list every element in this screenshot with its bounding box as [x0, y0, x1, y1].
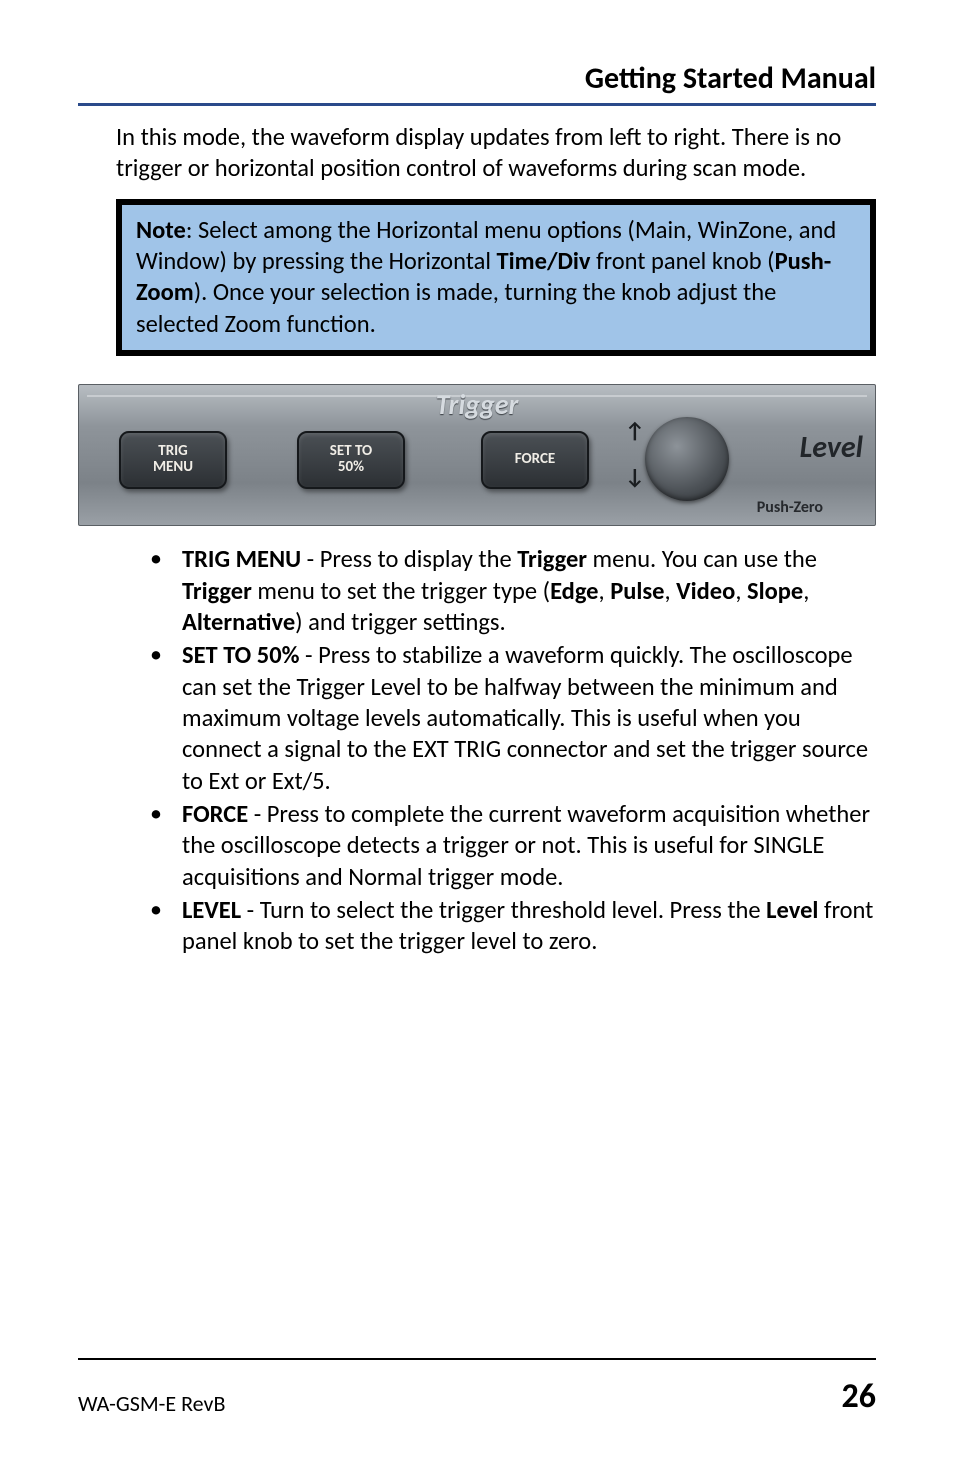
- note-box: Note: Select among the Horizontal menu o…: [116, 199, 876, 356]
- list-item: TRIG MENU - Press to display the Trigger…: [150, 544, 876, 638]
- bullet-rest: Turn to select the trigger threshold lev…: [182, 895, 873, 956]
- bullet-sep: -: [301, 544, 320, 574]
- list-item: FORCE - Press to complete the current wa…: [150, 799, 876, 893]
- bullet-sep: -: [248, 799, 267, 829]
- footer-doc-id: WA-GSM-E RevB: [78, 1390, 225, 1417]
- trig-menu-button: TRIG MENU: [119, 431, 227, 489]
- intro-paragraph: In this mode, the waveform display updat…: [78, 122, 876, 185]
- arrow-up-icon: ↑: [625, 417, 645, 444]
- level-knob: [645, 417, 729, 501]
- force-label: FORCE: [515, 452, 556, 468]
- bullet-sep: -: [241, 895, 260, 925]
- trigger-panel-photo: Trigger TRIG MENU SET TO 50% FORCE ↑ ↓ L…: [78, 384, 876, 526]
- arrow-down-icon: ↓: [625, 463, 645, 490]
- note-text-2: front panel knob (: [591, 246, 775, 276]
- push-zero-label: Push-Zero: [757, 498, 823, 517]
- bullet-list: TRIG MENU - Press to display the Trigger…: [78, 544, 876, 958]
- force-button: FORCE: [481, 431, 589, 489]
- bullet-strong: TRIG MENU: [182, 544, 301, 574]
- note-text-3: ). Once your selection is made, turning …: [136, 277, 776, 338]
- page-footer: WA-GSM-E RevB 26: [78, 1358, 876, 1417]
- bullet-rest: Press to complete the current waveform a…: [182, 799, 870, 892]
- bullet-strong: SET TO 50%: [182, 640, 299, 670]
- level-label: Level: [800, 429, 863, 466]
- note-label: Note: [136, 215, 186, 245]
- panel-title: Trigger: [436, 387, 519, 422]
- list-item: SET TO 50% - Press to stabilize a wavefo…: [150, 640, 876, 797]
- bullet-strong: LEVEL: [182, 895, 241, 925]
- trig-menu-line2: MENU: [153, 458, 193, 476]
- page-title: Getting Started Manual: [78, 60, 876, 97]
- level-knob-group: ↑ ↓ Level Push-Zero: [615, 407, 865, 517]
- bullet-strong: FORCE: [182, 799, 248, 829]
- bullet-sep: -: [299, 640, 318, 670]
- page-header: Getting Started Manual: [78, 60, 876, 106]
- set-to-50-button: SET TO 50%: [297, 431, 405, 489]
- note-bold-timediv: Time/Div: [497, 246, 591, 276]
- footer-page-number: 26: [842, 1376, 876, 1417]
- list-item: LEVEL - Turn to select the trigger thres…: [150, 895, 876, 958]
- set50-line2: 50%: [338, 458, 364, 476]
